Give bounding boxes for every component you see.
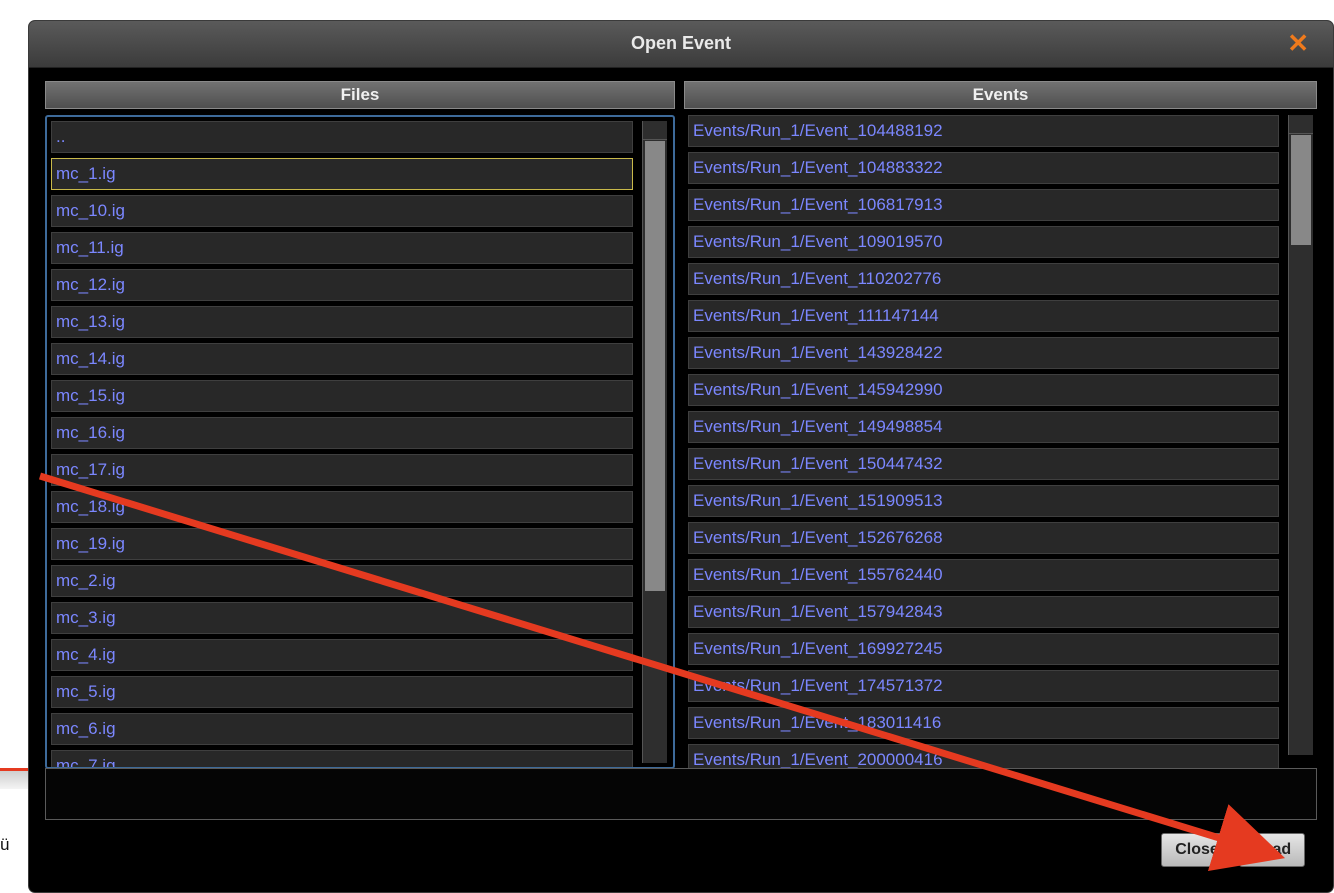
events-scroll-thumb[interactable] (1291, 135, 1311, 245)
events-list-item[interactable]: Events/Run_1/Event_104883322 (688, 152, 1279, 184)
open-event-dialog: Open Event ✕ Files .. mc_1.ig mc_10.ig mc_1… (28, 20, 1334, 893)
files-list-item[interactable]: .. (51, 121, 633, 153)
files-list-item[interactable]: mc_18.ig (51, 491, 633, 523)
events-list-item[interactable]: Events/Run_1/Event_200000416 (688, 744, 1279, 769)
events-list-item[interactable]: Events/Run_1/Event_106817913 (688, 189, 1279, 221)
events-list-item[interactable]: Events/Run_1/Event_111147144 (688, 300, 1279, 332)
files-list-item[interactable]: mc_1.ig (51, 158, 633, 190)
events-list-item[interactable]: Events/Run_1/Event_149498854 (688, 411, 1279, 443)
events-list-item[interactable]: Events/Run_1/Event_151909513 (688, 485, 1279, 517)
files-list-item[interactable]: mc_19.ig (51, 528, 633, 560)
events-list-item[interactable]: Events/Run_1/Event_174571372 (688, 670, 1279, 702)
files-list-item[interactable]: mc_13.ig (51, 306, 633, 338)
events-list-item[interactable]: Events/Run_1/Event_155762440 (688, 559, 1279, 591)
background-text: ü (0, 835, 10, 854)
events-list[interactable]: Events/Run_1/Event_104488192 Events/Run_1… (688, 115, 1279, 769)
files-scroll-up[interactable] (643, 121, 667, 140)
files-list-item[interactable]: mc_4.ig (51, 639, 633, 671)
files-list-item[interactable]: mc_11.ig (51, 232, 633, 264)
files-list-item[interactable]: mc_16.ig (51, 417, 633, 449)
files-header: Files (45, 81, 675, 109)
files-list-item[interactable]: mc_15.ig (51, 380, 633, 412)
status-input-area[interactable] (45, 768, 1317, 820)
load-button[interactable]: Load (1239, 833, 1305, 867)
files-list-item[interactable]: mc_17.ig (51, 454, 633, 486)
dialog-titlebar: Open Event ✕ (29, 21, 1333, 68)
events-list-item[interactable]: Events/Run_1/Event_150447432 (688, 448, 1279, 480)
files-list-item[interactable]: mc_3.ig (51, 602, 633, 634)
files-list-item[interactable]: mc_2.ig (51, 565, 633, 597)
close-icon[interactable]: ✕ (1287, 29, 1309, 57)
events-list-item[interactable]: Events/Run_1/Event_169927245 (688, 633, 1279, 665)
files-list-container: .. mc_1.ig mc_10.ig mc_11.ig mc_12.ig mc_13.i… (45, 115, 675, 769)
files-list-item[interactable]: mc_10.ig (51, 195, 633, 227)
close-button[interactable]: Close (1161, 833, 1233, 867)
events-scroll-up[interactable] (1289, 115, 1313, 134)
files-list-item[interactable]: mc_5.ig (51, 676, 633, 708)
events-header: Events (684, 81, 1317, 109)
events-list-item[interactable]: Events/Run_1/Event_152676268 (688, 522, 1279, 554)
files-list-item[interactable]: mc_6.ig (51, 713, 633, 745)
events-list-item[interactable]: Events/Run_1/Event_145942990 (688, 374, 1279, 406)
files-scroll-thumb[interactable] (645, 141, 665, 591)
files-list[interactable]: .. mc_1.ig mc_10.ig mc_11.ig mc_12.ig mc_13.i… (51, 121, 633, 767)
events-scrollbar[interactable] (1288, 115, 1313, 755)
events-list-item[interactable]: Events/Run_1/Event_183011416 (688, 707, 1279, 739)
events-list-item[interactable]: Events/Run_1/Event_110202776 (688, 263, 1279, 295)
events-list-item[interactable]: Events/Run_1/Event_109019570 (688, 226, 1279, 258)
events-panel: Events Events/Run_1/Event_104488192 Event… (684, 81, 1317, 769)
files-panel: Files .. mc_1.ig mc_10.ig mc_11.ig mc_12.igm… (45, 81, 675, 769)
events-list-item[interactable]: Events/Run_1/Event_104488192 (688, 115, 1279, 147)
events-list-item[interactable]: Events/Run_1/Event_157942843 (688, 596, 1279, 628)
files-list-item[interactable]: mc_14.ig (51, 343, 633, 375)
files-list-item[interactable]: mc_12.ig (51, 269, 633, 301)
events-list-item[interactable]: Events/Run_1/Event_143928422 (688, 337, 1279, 369)
files-scrollbar[interactable] (642, 121, 667, 763)
dialog-title: Open Event (630, 33, 732, 53)
events-list-container: Events/Run_1/Event_104488192 Events/Run_1… (684, 115, 1317, 769)
files-list-item[interactable]: mc_7.ig (51, 750, 633, 767)
